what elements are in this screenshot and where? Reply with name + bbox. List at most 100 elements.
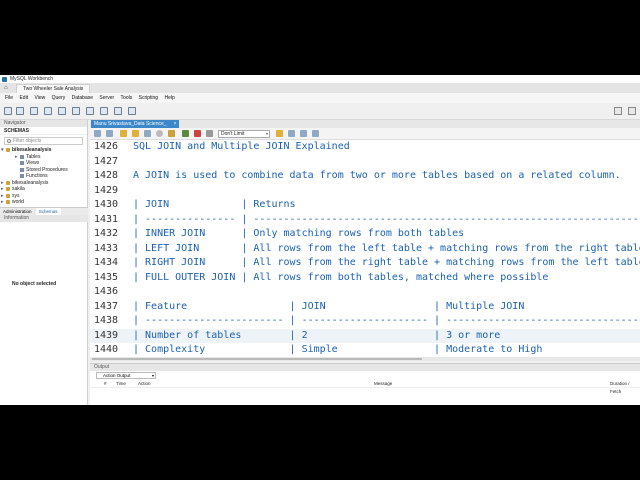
code-line[interactable]: 1430 | JOIN | Returns | xyxy=(90,198,640,213)
code-line[interactable]: 1433 | LEFT JOIN | All rows from the left… xyxy=(90,242,640,257)
code-line[interactable]: 1431 | --------------- | ----------------… xyxy=(90,213,640,228)
line-text: | JOIN | Returns | xyxy=(133,199,640,210)
word-wrap-icon[interactable] xyxy=(312,130,319,137)
menu-help[interactable]: Help xyxy=(164,93,174,103)
code-line[interactable]: 1434 | RIGHT JOIN | All rows from the rig… xyxy=(90,256,640,271)
information-header: Information xyxy=(0,215,88,222)
line-text: A JOIN is used to combine data from two … xyxy=(133,170,621,181)
toggle-error-icon[interactable] xyxy=(168,130,175,137)
menu-file[interactable]: File xyxy=(5,93,13,103)
create-schema-icon[interactable] xyxy=(44,107,52,115)
query-tab[interactable]: Manu Srivastava_Data Science_ × xyxy=(91,120,179,128)
menu-server[interactable]: Server xyxy=(99,93,114,103)
navigator-header: Navigator xyxy=(0,120,87,127)
code-line[interactable]: 1435 | FULL OUTER JOIN | All rows from bo… xyxy=(90,271,640,286)
code-line[interactable]: 1437 | Feature | JOIN | Multiple JOIN | xyxy=(90,300,640,315)
column-time: Time xyxy=(116,381,126,386)
toggle-panel-icon[interactable] xyxy=(628,107,636,115)
column-index: # xyxy=(104,381,107,386)
commit-icon[interactable] xyxy=(182,130,189,137)
menu-scripting[interactable]: Scripting xyxy=(139,93,158,103)
workbench-window: MySQL Workbench ⌂ Two Wheeler Sale Analy… xyxy=(0,75,640,405)
horizontal-scrollbar[interactable] xyxy=(90,357,640,361)
filter-objects-input[interactable]: Filter objects xyxy=(4,137,83,145)
scrollbar-thumb[interactable] xyxy=(92,358,422,360)
settings-gear-icon[interactable] xyxy=(614,107,622,115)
schema-name: world xyxy=(12,199,24,205)
workbench-app-icon xyxy=(2,77,7,82)
line-number: 1433 xyxy=(94,242,119,254)
line-text: | LEFT JOIN | All rows from the left tab… xyxy=(133,242,640,254)
line-number: 1437 xyxy=(94,300,119,312)
no-object-label: No object selected xyxy=(12,281,57,287)
execute-statement-icon[interactable] xyxy=(132,130,139,137)
code-line[interactable]: 1426 SQL JOIN and Multiple JOIN Explained xyxy=(90,140,640,155)
open-file-icon[interactable] xyxy=(94,130,101,137)
code-line[interactable]: 1436 xyxy=(90,285,640,300)
editor-tab-bar: Manu Srivastava_Data Science_ × xyxy=(90,120,640,128)
tree-item-label: Stored Procedures xyxy=(26,166,68,173)
line-number: 1430 xyxy=(94,199,119,210)
chevron-down-icon: ▾ xyxy=(151,373,154,378)
code-line[interactable]: 1428 A JOIN is used to combine data from … xyxy=(90,169,640,184)
home-icon[interactable]: ⌂ xyxy=(4,85,12,91)
schema-world[interactable]: ▸ world xyxy=(0,199,87,206)
save-icon[interactable] xyxy=(106,130,113,137)
invisible-chars-icon[interactable] xyxy=(300,130,307,137)
menu-query[interactable]: Query xyxy=(52,93,66,103)
schema-name: bikesaleanalysis xyxy=(12,179,49,186)
reconnect-icon[interactable] xyxy=(128,107,136,115)
explain-icon[interactable] xyxy=(144,130,151,137)
expand-arrow-icon[interactable]: ▸ xyxy=(1,199,4,206)
rollback-icon[interactable] xyxy=(194,130,201,137)
beautify-icon[interactable] xyxy=(276,130,283,137)
menu-tools[interactable]: Tools xyxy=(121,93,133,103)
connection-tab[interactable]: Two Wheeler Sale Analysis xyxy=(16,84,91,93)
line-number: 1438 xyxy=(94,315,119,326)
create-table-icon[interactable] xyxy=(58,107,66,115)
code-line[interactable]: 1432 | INNER JOIN | Only matching rows fr… xyxy=(90,227,640,242)
search-table-data-icon[interactable] xyxy=(114,107,122,115)
open-sql-script-icon[interactable] xyxy=(16,107,24,115)
menu-view[interactable]: View xyxy=(34,93,45,103)
action-output-select[interactable]: Action Output ▾ xyxy=(96,372,156,379)
tree-item-label: Views xyxy=(26,160,40,166)
menu-database[interactable]: Database xyxy=(72,93,93,103)
title-bar: MySQL Workbench xyxy=(0,75,640,83)
line-number: 1429 xyxy=(94,184,119,196)
line-text: | Feature | JOIN | Multiple JOIN | xyxy=(133,300,640,312)
create-function-icon[interactable] xyxy=(100,107,108,115)
output-panel: Output Action Output ▾ # Time Action Mes… xyxy=(90,363,640,405)
line-number: 1426 xyxy=(94,141,119,152)
folder-icon xyxy=(20,154,24,159)
chevron-down-icon: ▾ xyxy=(265,131,268,136)
limit-rows-select[interactable]: Don't Limit ▾ xyxy=(218,130,270,138)
inspect-object-icon[interactable] xyxy=(30,107,38,115)
stop-icon[interactable] xyxy=(156,130,163,137)
output-columns: # Time Action Message Duration / Fetch xyxy=(90,380,640,394)
code-editor[interactable]: 1426 SQL JOIN and Multiple JOIN Explained… xyxy=(90,140,640,360)
line-number: 1436 xyxy=(94,286,119,297)
create-view-icon[interactable] xyxy=(72,107,80,115)
line-number: 1439 xyxy=(94,329,119,341)
code-line[interactable]: 1438 | ----------------------- | --------… xyxy=(90,314,640,329)
database-icon xyxy=(6,200,10,204)
create-procedure-icon[interactable] xyxy=(86,107,94,115)
menu-edit[interactable]: Edit xyxy=(19,93,28,103)
code-line[interactable]: 1440 | Complexity | Simple | Moderate to … xyxy=(90,343,640,358)
code-line[interactable]: 1427 xyxy=(90,155,640,170)
code-line-current[interactable]: 1439 | Number of tables | 2 | 3 or more xyxy=(90,328,640,343)
autocommit-icon[interactable] xyxy=(206,130,213,137)
connection-tab-bar: ⌂ Two Wheeler Sale Analysis xyxy=(0,83,640,93)
close-icon[interactable]: × xyxy=(174,120,177,128)
line-number: 1432 xyxy=(94,228,119,239)
new-sql-tab-icon[interactable] xyxy=(4,107,12,115)
tree-item-label: Functions xyxy=(26,173,48,179)
code-line[interactable]: 1429 xyxy=(90,184,640,199)
database-icon xyxy=(6,148,10,152)
execute-icon[interactable] xyxy=(120,130,127,137)
line-number: 1440 xyxy=(94,344,119,355)
find-icon[interactable] xyxy=(288,130,295,137)
database-icon xyxy=(6,187,10,191)
line-number: 1435 xyxy=(94,271,119,283)
